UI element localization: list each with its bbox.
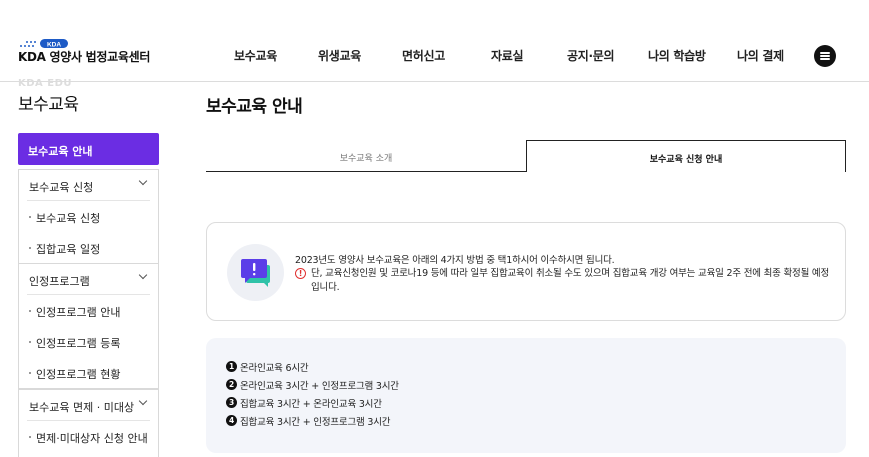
- site-header: KDA KDA 영양사 법정교육센터 보수교육 위생교육 면허신고 자료실 공지…: [0, 0, 869, 82]
- method-text: 집합교육 3시간 + 온라인교육 3시간: [240, 399, 382, 410]
- warning-icon: !: [295, 268, 306, 279]
- sidebar-group-label: 인정프로그램: [29, 275, 90, 288]
- notice-warning-text: 단, 교육신청인원 및 코로나19 등에 따라 일부 집합교육이 취소될 수도 …: [311, 268, 830, 293]
- method-item: 3 집합교육 3시간 + 온라인교육 3시간: [226, 396, 846, 414]
- method-text: 집합교육 3시간 + 인정프로그램 3시간: [240, 417, 391, 428]
- method-number-badge: 1: [226, 361, 237, 372]
- notice-warning: ! 단, 교육신청인원 및 코로나19 등에 따라 일부 집합교육이 취소될 수…: [295, 267, 835, 295]
- page-title: 보수교육 안내: [206, 97, 303, 117]
- sidebar-group-education-application: 보수교육 신청 보수교육 신청 집합교육 일정: [18, 169, 159, 264]
- sidebar-subitem-program-guide[interactable]: 인정프로그램 안내: [19, 295, 158, 326]
- sidebar-group-toggle[interactable]: 보수교육 신청: [19, 170, 158, 200]
- content-tabs: 보수교육 소개 보수교육 신청 안내: [206, 140, 846, 172]
- sidebar-subitem-program-register[interactable]: 인정프로그램 등록: [19, 326, 158, 357]
- tab-education-application-guide[interactable]: 보수교육 신청 안내: [526, 140, 846, 172]
- method-text: 온라인교육 3시간 + 인정프로그램 3시간: [240, 381, 399, 392]
- sidebar-ghost-label: KDA EDU: [18, 78, 73, 89]
- method-number-badge: 3: [226, 397, 237, 408]
- sidebar-subitem-education-apply[interactable]: 보수교육 신청: [19, 201, 158, 232]
- sidebar-subitem-group-schedule[interactable]: 집합교육 일정: [19, 232, 158, 263]
- method-item: 2 온라인교육 3시간 + 인정프로그램 3시간: [226, 378, 846, 396]
- education-methods-panel: 1 온라인교육 6시간 2 온라인교육 3시간 + 인정프로그램 3시간 3 집…: [206, 338, 846, 453]
- menu-icon[interactable]: [814, 45, 836, 67]
- nav-item-license-report[interactable]: 면허신고: [402, 47, 445, 64]
- nav-item-my-payment[interactable]: 나의 결제: [737, 47, 784, 64]
- nav-item-resources[interactable]: 자료실: [491, 47, 524, 64]
- site-logo[interactable]: KDA KDA 영양사 법정교육센터: [18, 38, 158, 64]
- chevron-down-icon: [138, 176, 148, 186]
- nav-item-maintenance-education[interactable]: 보수교육: [234, 47, 277, 64]
- sidebar-group-label: 보수교육 신청: [29, 181, 94, 194]
- logo-text: KDA 영양사 법정교육센터: [18, 50, 151, 64]
- method-number-badge: 2: [226, 379, 237, 390]
- notice-box: 2023년도 영양사 보수교육은 아래의 4가지 방법 중 택1하시어 이수하시…: [206, 222, 846, 321]
- sidebar-group-exemption: 보수교육 면제 · 미대상 면제·미대상자 신청 안내: [18, 389, 159, 457]
- method-text: 온라인교육 6시간: [240, 363, 309, 374]
- sidebar-group-toggle[interactable]: 인정프로그램: [19, 264, 158, 294]
- sidebar-subitem-exemption-apply[interactable]: 면제·미대상자 신청 안내: [19, 421, 158, 452]
- method-item: 1 온라인교육 6시간: [226, 360, 846, 378]
- sidebar-subitem-program-status[interactable]: 인정프로그램 현황: [19, 357, 158, 388]
- nav-item-my-classroom[interactable]: 나의 학습방: [648, 47, 706, 64]
- method-item: 4 집합교육 3시간 + 인정프로그램 3시간: [226, 414, 846, 432]
- notice-icon-circle: [227, 244, 284, 301]
- nav-item-hygiene-education[interactable]: 위생교육: [318, 47, 361, 64]
- sidebar-title: 보수교육: [18, 95, 79, 115]
- sidebar-item-education-guide[interactable]: 보수교육 안내: [18, 133, 159, 165]
- method-number-badge: 4: [226, 415, 237, 426]
- sidebar-group-toggle[interactable]: 보수교육 면제 · 미대상: [19, 390, 158, 420]
- nav-item-notice-inquiry[interactable]: 공지·문의: [567, 47, 615, 64]
- tab-education-intro[interactable]: 보수교육 소개: [206, 140, 526, 172]
- sidebar-group-label: 보수교육 면제 · 미대상: [29, 401, 135, 414]
- notice-text: 2023년도 영양사 보수교육은 아래의 4가지 방법 중 택1하시어 이수하시…: [295, 255, 615, 266]
- notice-chat-icon: [241, 259, 270, 287]
- chevron-down-icon: [138, 396, 148, 406]
- chevron-down-icon: [138, 270, 148, 280]
- sidebar-group-certified-program: 인정프로그램 인정프로그램 안내 인정프로그램 등록 인정프로그램 현황: [18, 263, 159, 389]
